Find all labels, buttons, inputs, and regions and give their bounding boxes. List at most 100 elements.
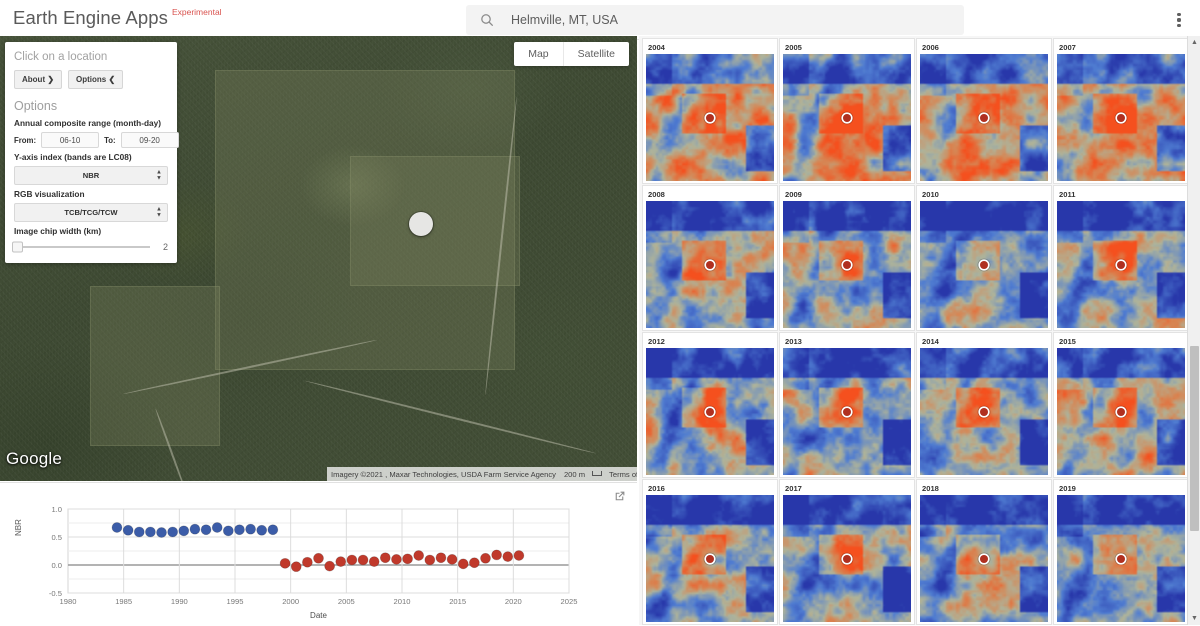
chip-card[interactable]: 2016 bbox=[642, 479, 778, 625]
scrollbar-thumb[interactable] bbox=[1190, 346, 1199, 531]
svg-text:2020: 2020 bbox=[505, 597, 522, 606]
chip-image[interactable] bbox=[646, 348, 774, 475]
chip-card[interactable]: 2006 bbox=[916, 38, 1052, 184]
chip-image[interactable] bbox=[920, 348, 1048, 475]
chip-card[interactable]: 2008 bbox=[642, 185, 778, 331]
experimental-badge: Experimental bbox=[171, 7, 222, 17]
chip-width-slider[interactable]: 2 bbox=[12, 241, 168, 253]
slider-handle[interactable] bbox=[12, 241, 23, 253]
rgb-visualization-select[interactable]: TCB/TCG/TCW ▲ ▼ bbox=[14, 203, 168, 222]
chip-year-label: 2014 bbox=[922, 337, 939, 346]
chip-card[interactable]: 2012 bbox=[642, 332, 778, 478]
chip-card[interactable]: 2019 bbox=[1053, 479, 1189, 625]
svg-text:0.0: 0.0 bbox=[51, 561, 62, 570]
about-button[interactable]: About ❯ bbox=[14, 70, 63, 89]
chevron-down-icon[interactable]: ▼ bbox=[1188, 612, 1200, 625]
chip-center-marker-icon bbox=[1117, 260, 1125, 269]
chip-center-marker-icon bbox=[843, 407, 851, 416]
chip-center-marker-icon bbox=[706, 113, 714, 122]
options-panel: Click on a location About ❯ Options ❮ Op… bbox=[5, 42, 179, 263]
terms-of-use-link[interactable]: Terms of Use bbox=[605, 470, 637, 479]
chip-image[interactable] bbox=[646, 201, 774, 328]
chip-card[interactable]: 2004 bbox=[642, 38, 778, 184]
from-date-input[interactable] bbox=[41, 132, 100, 148]
map-field-parcel bbox=[350, 156, 520, 286]
options-button[interactable]: Options ❮ bbox=[68, 70, 124, 89]
svg-text:1985: 1985 bbox=[115, 597, 132, 606]
chip-center-marker-icon bbox=[843, 554, 851, 563]
chip-image[interactable] bbox=[783, 201, 911, 328]
stepper-arrows-icon: ▲ ▼ bbox=[156, 169, 162, 181]
options-section-title: Options bbox=[14, 99, 58, 113]
chip-center-marker-icon bbox=[843, 260, 851, 269]
panel-button-group: About ❯ Options ❮ bbox=[14, 70, 168, 89]
chip-center-marker-icon bbox=[706, 554, 714, 563]
chip-year-label: 2008 bbox=[648, 190, 665, 199]
map-type-map[interactable]: Map bbox=[514, 42, 562, 66]
click-hint-text: Click on a location bbox=[14, 51, 108, 63]
svg-text:Date: Date bbox=[310, 611, 327, 620]
map-type-control[interactable]: Map Satellite bbox=[514, 42, 629, 66]
svg-text:2000: 2000 bbox=[282, 597, 299, 606]
slider-track[interactable] bbox=[12, 241, 150, 253]
location-marker-icon[interactable] bbox=[409, 212, 433, 236]
chip-image[interactable] bbox=[783, 348, 911, 475]
nbr-timeseries-chart[interactable]: 1.00.50.0-0.51980 1985 1990 1995 2000 2005 201… bbox=[0, 483, 637, 626]
chip-card[interactable]: 2007 bbox=[1053, 38, 1189, 184]
chip-card[interactable]: 2011 bbox=[1053, 185, 1189, 331]
more-vert-icon[interactable] bbox=[1168, 9, 1190, 31]
chip-card[interactable]: 2017 bbox=[779, 479, 915, 625]
chip-year-label: 2009 bbox=[785, 190, 802, 199]
app-title: Earth Engine Apps bbox=[13, 7, 168, 28]
chip-image[interactable] bbox=[1057, 54, 1185, 181]
chip-year-label: 2004 bbox=[648, 43, 665, 52]
svg-text:2015: 2015 bbox=[449, 597, 466, 606]
chip-center-marker-icon bbox=[1117, 407, 1125, 416]
composite-range-row: From: To: bbox=[14, 132, 179, 148]
chip-width-value: 2 bbox=[162, 242, 168, 252]
chip-image[interactable] bbox=[920, 201, 1048, 328]
chip-center-marker-icon bbox=[843, 113, 851, 122]
chip-card[interactable]: 2005 bbox=[779, 38, 915, 184]
rgb-visualization-label: RGB visualization bbox=[14, 189, 85, 199]
map-type-satellite[interactable]: Satellite bbox=[562, 42, 629, 66]
gallery-scrollbar[interactable]: ▲ ▼ bbox=[1187, 36, 1200, 625]
chip-image[interactable] bbox=[646, 54, 774, 181]
chip-image[interactable] bbox=[1057, 348, 1185, 475]
from-label: From: bbox=[14, 135, 37, 145]
to-date-input[interactable] bbox=[120, 132, 179, 148]
chip-image[interactable] bbox=[920, 54, 1048, 181]
svg-text:1.0: 1.0 bbox=[51, 505, 62, 514]
search-input[interactable] bbox=[511, 7, 941, 33]
search-bar[interactable] bbox=[466, 5, 964, 35]
chip-image[interactable] bbox=[1057, 495, 1185, 622]
chart-y-axis-label: NBR bbox=[14, 519, 23, 536]
chip-year-label: 2013 bbox=[785, 337, 802, 346]
chevron-up-icon[interactable]: ▲ bbox=[1188, 36, 1200, 49]
chip-image[interactable] bbox=[646, 495, 774, 622]
composite-range-label: Annual composite range (month-day) bbox=[14, 118, 162, 128]
chip-width-label: Image chip width (km) bbox=[14, 226, 102, 236]
chip-image[interactable] bbox=[783, 54, 911, 181]
chip-year-label: 2010 bbox=[922, 190, 939, 199]
chip-center-marker-icon bbox=[706, 407, 714, 416]
chip-image[interactable] bbox=[1057, 201, 1185, 328]
chip-card[interactable]: 2009 bbox=[779, 185, 915, 331]
chip-card[interactable]: 2013 bbox=[779, 332, 915, 478]
image-chip-gallery[interactable]: 2004 2005 2006 2007 2008 2009 2010 2011 2012 2013… bbox=[639, 36, 1200, 625]
chip-card[interactable]: 2015 bbox=[1053, 332, 1189, 478]
chip-card[interactable]: 2014 bbox=[916, 332, 1052, 478]
chip-image[interactable] bbox=[783, 495, 911, 622]
chip-year-label: 2012 bbox=[648, 337, 665, 346]
chip-card[interactable]: 2018 bbox=[916, 479, 1052, 625]
chip-center-marker-icon bbox=[980, 407, 988, 416]
chip-card[interactable]: 2010 bbox=[916, 185, 1052, 331]
app-header: Earth Engine Apps Experimental bbox=[0, 0, 1200, 40]
chip-center-marker-icon bbox=[980, 260, 988, 269]
chip-year-label: 2007 bbox=[1059, 43, 1076, 52]
yaxis-index-select[interactable]: NBR ▲ ▼ bbox=[14, 166, 168, 185]
scale-bar bbox=[592, 471, 603, 476]
map-attribution: Imagery ©2021 , Maxar Technologies, USDA… bbox=[327, 467, 637, 481]
chip-year-label: 2017 bbox=[785, 484, 802, 493]
chip-image[interactable] bbox=[920, 495, 1048, 622]
